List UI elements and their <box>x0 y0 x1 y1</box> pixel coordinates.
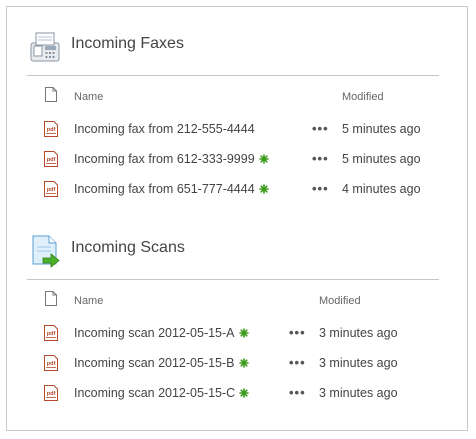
faxes-modified-column[interactable]: Modified <box>342 91 384 103</box>
fax-modified: 5 minutes ago <box>342 122 421 136</box>
scan-name-link[interactable]: Incoming scan 2012-05-15-A <box>74 326 249 340</box>
scans-header: Incoming Scans <box>7 231 467 271</box>
new-item-icon <box>239 387 250 398</box>
fax-row[interactable]: pdf Incoming fax from 212-555-4444 ••• 5… <box>7 117 467 147</box>
ellipsis-icon[interactable]: ••• <box>289 355 306 370</box>
scans-section: Incoming Scans Name Modified pdf Incomin… <box>7 231 467 421</box>
svg-text:pdf: pdf <box>47 391 56 397</box>
fax-row[interactable]: pdf Incoming fax from 612-333-9999 ••• 5… <box>7 147 467 177</box>
pdf-file-icon: pdf <box>43 355 59 371</box>
faxes-column-header: Name Modified <box>7 87 467 111</box>
pdf-file-icon: pdf <box>43 181 59 197</box>
svg-text:pdf: pdf <box>47 127 56 133</box>
faxes-header: Incoming Faxes <box>7 27 467 67</box>
pdf-file-icon: pdf <box>43 385 59 401</box>
ellipsis-icon[interactable]: ••• <box>312 181 329 196</box>
scans-modified-column[interactable]: Modified <box>319 295 361 307</box>
pdf-file-icon: pdf <box>43 151 59 167</box>
scan-name: Incoming scan 2012-05-15-A <box>74 326 235 340</box>
svg-text:pdf: pdf <box>47 157 56 163</box>
fax-name: Incoming fax from 651-777-4444 <box>74 182 255 196</box>
faxes-name-column[interactable]: Name <box>74 91 103 103</box>
scan-row[interactable]: pdf Incoming scan 2012-05-15-B ••• 3 min… <box>7 351 467 381</box>
new-item-icon <box>258 183 269 194</box>
ellipsis-icon[interactable]: ••• <box>289 385 306 400</box>
svg-text:pdf: pdf <box>47 187 56 193</box>
svg-text:pdf: pdf <box>47 361 56 367</box>
ellipsis-icon[interactable]: ••• <box>289 325 306 340</box>
scans-title: Incoming Scans <box>71 239 185 256</box>
new-item-icon <box>238 357 249 368</box>
fax-name: Incoming fax from 612-333-9999 <box>74 152 255 166</box>
new-item-icon <box>258 153 269 164</box>
scan-modified: 3 minutes ago <box>319 326 398 340</box>
fax-name-link[interactable]: Incoming fax from 212-555-4444 <box>74 122 255 136</box>
ellipsis-icon[interactable]: ••• <box>312 121 329 136</box>
pdf-file-icon: pdf <box>43 121 59 137</box>
scans-name-column[interactable]: Name <box>74 295 103 307</box>
scan-name-link[interactable]: Incoming scan 2012-05-15-C <box>74 386 250 400</box>
fax-row[interactable]: pdf Incoming fax from 651-777-4444 ••• 4… <box>7 177 467 207</box>
scan-modified: 3 minutes ago <box>319 356 398 370</box>
fax-name-link[interactable]: Incoming fax from 612-333-9999 <box>74 152 269 166</box>
ellipsis-icon[interactable]: ••• <box>312 151 329 166</box>
document-icon[interactable] <box>45 87 57 102</box>
new-item-icon <box>238 327 249 338</box>
scanned-document-icon <box>27 233 63 269</box>
faxes-section: Incoming Faxes Name Modified pdf Incomin… <box>7 27 467 207</box>
scan-name: Incoming scan 2012-05-15-C <box>74 386 236 400</box>
fax-modified: 4 minutes ago <box>342 182 421 196</box>
library-panel: Incoming Faxes Name Modified pdf Incomin… <box>6 6 468 431</box>
faxes-divider <box>27 75 439 76</box>
pdf-file-icon: pdf <box>43 325 59 341</box>
scan-name-link[interactable]: Incoming scan 2012-05-15-B <box>74 356 249 370</box>
scan-row[interactable]: pdf Incoming scan 2012-05-15-A ••• 3 min… <box>7 321 467 351</box>
fax-name: Incoming fax from 212-555-4444 <box>74 122 255 136</box>
fax-modified: 5 minutes ago <box>342 152 421 166</box>
scan-modified: 3 minutes ago <box>319 386 398 400</box>
scans-column-header: Name Modified <box>7 291 467 315</box>
scan-name: Incoming scan 2012-05-15-B <box>74 356 235 370</box>
scan-row[interactable]: pdf Incoming scan 2012-05-15-C ••• 3 min… <box>7 381 467 411</box>
svg-text:pdf: pdf <box>47 331 56 337</box>
scans-divider <box>27 279 439 280</box>
document-icon[interactable] <box>45 291 57 306</box>
faxes-title: Incoming Faxes <box>71 35 184 52</box>
fax-name-link[interactable]: Incoming fax from 651-777-4444 <box>74 182 269 196</box>
fax-machine-icon <box>27 29 63 65</box>
